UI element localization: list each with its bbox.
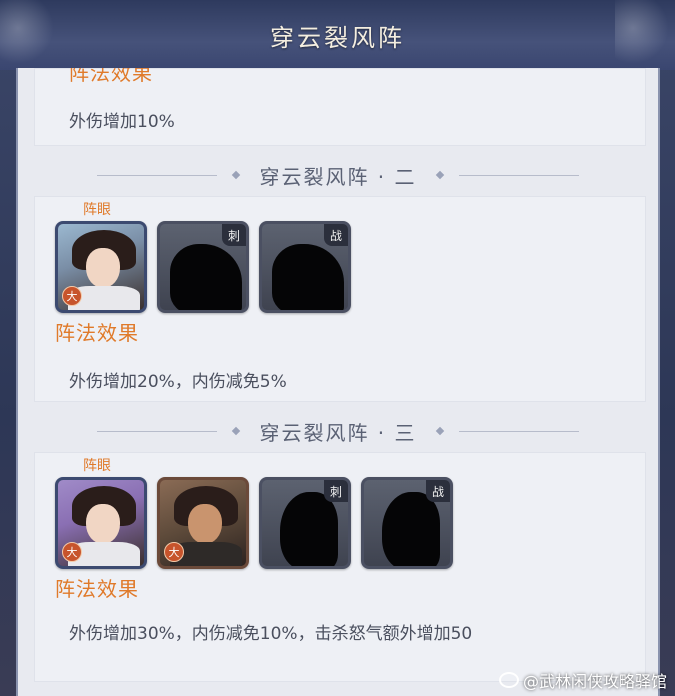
effect-text: 外伤增加20%，内伤减免5% <box>69 372 287 392</box>
silhouette-icon <box>170 244 242 310</box>
formation-eye-label: 阵眼 <box>83 202 111 218</box>
effect-title-partial: 阵法效果 <box>69 68 153 85</box>
class-tag: 战 <box>426 480 450 502</box>
section-divider: 穿云裂风阵 · 二 <box>18 160 658 190</box>
formation-level-1-box: 阵法效果 外伤增加10% <box>34 68 646 146</box>
rank-badge: 大 <box>62 542 82 562</box>
rank-badge: 大 <box>164 542 184 562</box>
locked-hero-slot[interactable]: 战 <box>361 477 453 569</box>
locked-hero-slot[interactable]: 刺 <box>259 477 351 569</box>
class-tag: 战 <box>324 224 348 246</box>
effect-title: 阵法效果 <box>55 321 139 345</box>
watermark: @武林闲侠攻略驿馆 <box>498 668 667 692</box>
formation-list-panel[interactable]: 阵法效果 外伤增加10% 穿云裂风阵 · 二 阵眼 大 刺 战 阵法效果 外伤增… <box>16 68 660 696</box>
formation-eye-label: 阵眼 <box>83 458 111 474</box>
window-header: 穿云裂风阵 <box>0 0 675 70</box>
hero-portrait <box>86 504 120 544</box>
silhouette-icon <box>382 492 440 566</box>
silhouette-icon <box>272 244 344 310</box>
hero-portrait <box>188 504 222 544</box>
locked-hero-slot[interactable]: 刺 <box>157 221 249 313</box>
weibo-icon <box>498 672 519 688</box>
hero-portrait <box>86 248 120 288</box>
class-tag: 刺 <box>324 480 348 502</box>
hero-slot[interactable]: 大 <box>55 477 147 569</box>
class-tag: 刺 <box>222 224 246 246</box>
effect-title: 阵法效果 <box>55 577 139 601</box>
section-heading: 穿云裂风阵 · 二 <box>259 164 417 189</box>
window-title: 穿云裂风阵 <box>270 24 405 52</box>
formation-level-2-box: 阵眼 大 刺 战 阵法效果 外伤增加20%，内伤减免5% <box>34 196 646 402</box>
effect-text: 外伤增加10% <box>69 112 175 132</box>
rank-badge: 大 <box>62 286 82 306</box>
hero-slot[interactable]: 大 <box>55 221 147 313</box>
formation-level-3-box: 阵眼 大 大 刺 战 阵法效果 外伤增加30%，内伤减免10%，击杀怒气额外增加… <box>34 452 646 682</box>
locked-hero-slot[interactable]: 战 <box>259 221 351 313</box>
silhouette-icon <box>280 492 338 566</box>
section-heading: 穿云裂风阵 · 三 <box>259 420 417 445</box>
effect-text: 外伤增加30%，内伤减免10%，击杀怒气额外增加50 <box>69 624 473 644</box>
formation-window: 穿云裂风阵 阵法效果 外伤增加10% 穿云裂风阵 · 二 阵眼 大 刺 战 阵法… <box>0 0 675 696</box>
watermark-text: @武林闲侠攻略驿馆 <box>522 672 667 691</box>
hero-slot[interactable]: 大 <box>157 477 249 569</box>
section-divider: 穿云裂风阵 · 三 <box>18 416 658 446</box>
